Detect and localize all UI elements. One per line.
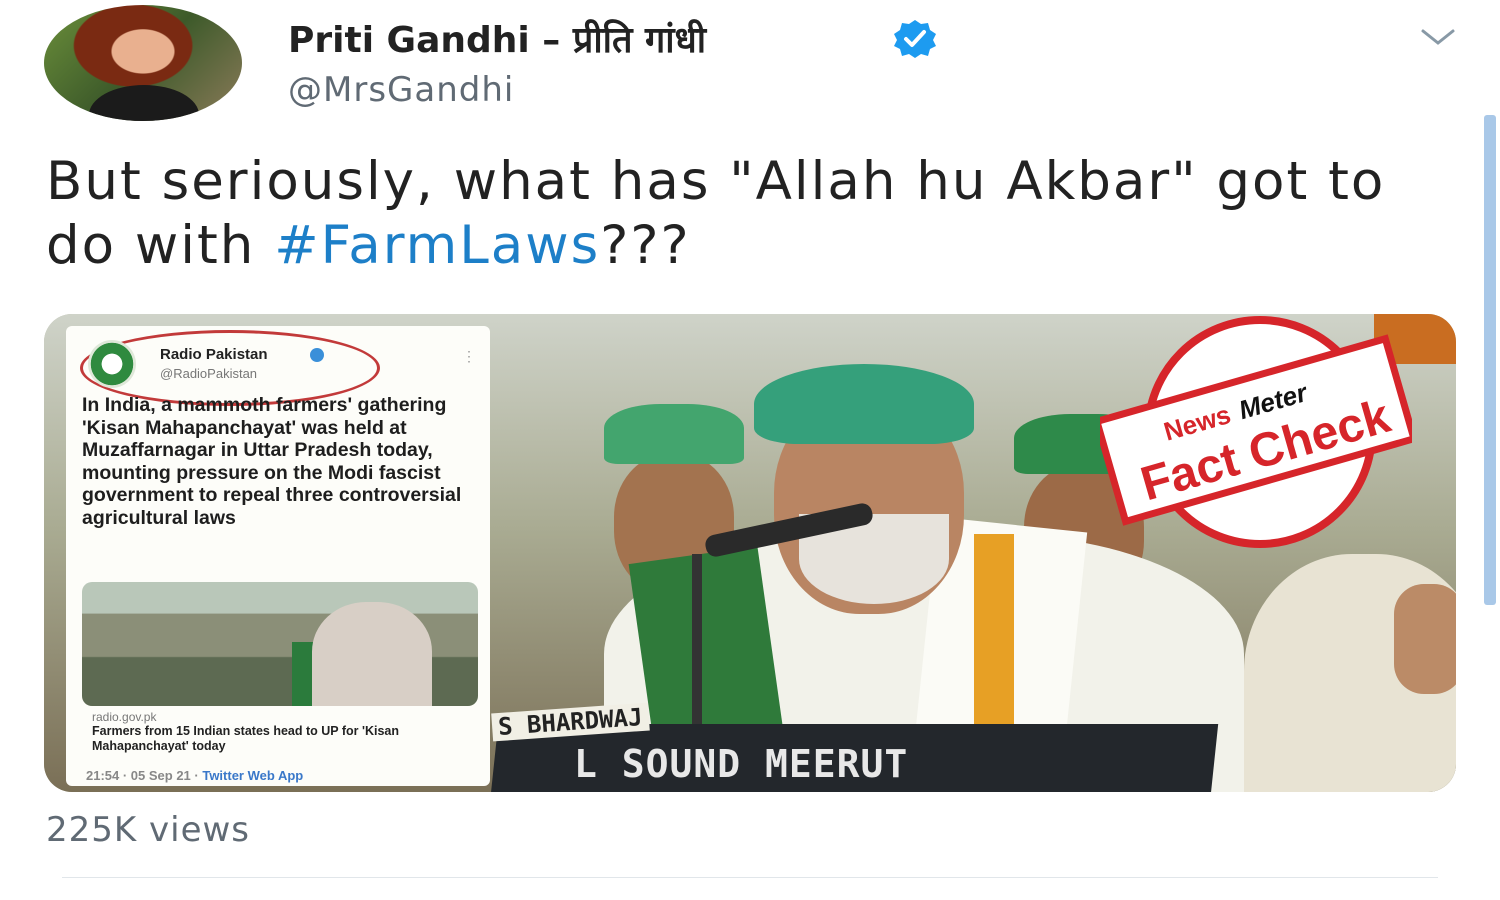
embedded-link-image (82, 582, 478, 706)
author-handle[interactable]: @MrsGandhi (288, 70, 514, 110)
embedded-author-handle: @RadioPakistan (160, 366, 258, 381)
tweet-text-main: But seriously, what has "Allah hu Akbar"… (46, 151, 1386, 276)
more-icon: ⋮ (462, 348, 476, 364)
embedded-image-person (312, 602, 432, 706)
hashtag-link[interactable]: #FarmLaws (274, 215, 600, 276)
embedded-tweet-body: In India, a mammoth farmers' gathering '… (82, 394, 462, 529)
chevron-down-icon[interactable] (1420, 26, 1456, 48)
background-sign (1374, 314, 1456, 364)
embedded-time-text: 21:54 · 05 Sep 21 · (86, 768, 203, 783)
embedded-timestamp: 21:54 · 05 Sep 21 · Twitter Web App (86, 768, 303, 783)
avatar-shirt (89, 85, 199, 121)
speaker-cap (754, 364, 974, 444)
embedded-tweet-screenshot: Radio Pakistan @RadioPakistan ⋮ In India… (66, 326, 490, 786)
background-person-cap (604, 404, 744, 464)
embedded-link-title: Farmers from 15 Indian states head to UP… (92, 724, 399, 753)
author-avatar[interactable] (44, 5, 242, 121)
author-display-name[interactable]: Priti Gandhi – प्रीति गांधी (288, 14, 706, 63)
background-person-arm (1394, 584, 1456, 694)
view-count: 225K views (46, 810, 251, 850)
tweet-text: But seriously, what has "Allah hu Akbar"… (46, 150, 1446, 278)
scrollbar[interactable] (1484, 115, 1496, 605)
podium-text: L SOUND MEERUT (574, 742, 909, 786)
tweet-text-end: ??? (600, 215, 691, 276)
verified-badge-icon (310, 348, 324, 362)
embedded-source-app: Twitter Web App (202, 768, 304, 783)
background-person-cap (1014, 414, 1154, 474)
embedded-link-domain: radio.gov.pk (92, 710, 157, 724)
divider (62, 877, 1438, 878)
speaker-scarf-orange (974, 534, 1014, 734)
verified-badge-icon (894, 20, 936, 58)
tweet-media-video[interactable]: S BHARDWAJ L SOUND MEERUT Radio Pakistan… (44, 314, 1456, 792)
embedded-author-name: Radio Pakistan (160, 346, 268, 363)
radio-pakistan-logo (88, 340, 136, 388)
